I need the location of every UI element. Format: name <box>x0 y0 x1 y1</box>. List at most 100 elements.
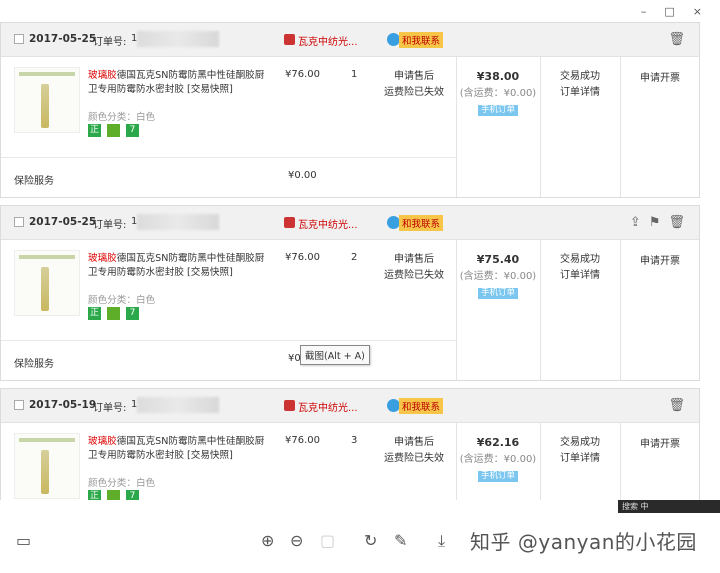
order-detail-link[interactable]: 订单详情 <box>541 85 619 101</box>
order-checkbox[interactable] <box>14 400 24 410</box>
order-date: 2017-05-19 <box>29 399 97 411</box>
shop-icon <box>284 400 295 411</box>
actual-size-icon[interactable]: ▢ <box>320 531 335 550</box>
mobile-order-badge: 手机订单 <box>477 288 518 299</box>
redacted-order-number <box>137 397 219 413</box>
order-status: 交易成功 <box>560 437 600 448</box>
trash-icon[interactable]: 🗑 <box>668 32 685 47</box>
order-checkbox[interactable] <box>14 217 24 227</box>
service-badges: 正 7 <box>88 307 139 320</box>
order-total: ¥38.00 <box>476 70 520 83</box>
shop-icon <box>284 217 295 228</box>
product-title-link[interactable]: 玻璃胶德国瓦克SN防霉防黑中性硅酮胶厨卫专用防霉防水密封胶 [交易快照] <box>88 435 273 463</box>
zoom-out-icon[interactable]: ⊖ <box>290 531 303 550</box>
order-detail-link[interactable]: 订单详情 <box>541 268 619 284</box>
order-date: 2017-05-25 <box>29 216 97 228</box>
order-status: 交易成功 <box>560 254 600 265</box>
order-total: ¥75.40 <box>476 253 520 266</box>
genuine-badge-icon: 正 <box>88 307 101 320</box>
quantity: 1 <box>351 69 358 80</box>
shipping-insurance-status: 运费险已失效 <box>384 270 444 281</box>
order-card: 2017-05-19 订单号: 1 瓦克中纺光... 和我联系 🗑 玻璃胶德国瓦… <box>0 388 700 500</box>
contact-seller-button[interactable]: 和我联系 <box>387 214 444 231</box>
genuine-badge-icon: 正 <box>88 124 101 137</box>
trash-icon[interactable]: 🗑 <box>668 398 685 413</box>
product-spec: 颜色分类：白色 <box>88 295 156 306</box>
order-header: 2017-05-19 订单号: 1 瓦克中纺光... 和我联系 🗑 <box>1 389 699 423</box>
product-thumbnail[interactable] <box>14 67 80 133</box>
order-item: 玻璃胶德国瓦克SN防霉防黑中性硅酮胶厨卫专用防霉防水密封胶 [交易快照] 颜色分… <box>1 423 699 500</box>
genuine-badge-icon: 正 <box>88 490 101 500</box>
rotate-icon[interactable]: ↻ <box>364 531 377 550</box>
shop-icon <box>284 34 295 45</box>
contact-seller-button[interactable]: 和我联系 <box>387 397 444 414</box>
order-header: 2017-05-25 订单号: 1 瓦克中纺光... 和我联系 🗑 <box>1 23 699 57</box>
order-card: 2017-05-25 订单号: 1 瓦克中纺光... 和我联系 🗑 玻璃胶德国瓦… <box>0 22 700 198</box>
request-invoice-link[interactable]: 申请开票 <box>621 252 699 267</box>
product-spec: 颜色分类：白色 <box>88 112 156 123</box>
edit-icon[interactable]: ✎ <box>394 531 407 550</box>
shipping-insurance-status: 运费险已失效 <box>384 453 444 464</box>
order-date: 2017-05-25 <box>29 33 97 45</box>
product-thumbnail[interactable] <box>14 250 80 316</box>
order-detail-link[interactable]: 订单详情 <box>541 451 619 467</box>
service-badges: 正 7 <box>88 124 139 137</box>
shop-name-link[interactable]: 瓦克中纺光... <box>298 216 358 231</box>
shipping-fee: (含运费：¥0.00) <box>459 454 537 465</box>
contact-seller-button[interactable]: 和我联系 <box>387 31 444 48</box>
insurance-label: 保险服务 <box>14 176 54 187</box>
unit-price: ¥76.00 <box>285 69 320 80</box>
request-invoice-link[interactable]: 申请开票 <box>621 69 699 84</box>
flag-icon[interactable]: ⚑ <box>649 215 661 230</box>
request-invoice-link[interactable]: 申请开票 <box>621 435 699 450</box>
insurance-row: 保险服务 ¥0. <box>1 340 456 380</box>
unit-price: ¥76.00 <box>285 252 320 263</box>
order-status: 交易成功 <box>560 71 600 82</box>
quantity: 3 <box>351 435 358 446</box>
trash-icon[interactable]: 🗑 <box>668 215 685 230</box>
order-total: ¥62.16 <box>476 436 520 449</box>
order-list: 2017-05-25 订单号: 1 瓦克中纺光... 和我联系 🗑 玻璃胶德国瓦… <box>0 22 720 500</box>
unit-price: ¥76.00 <box>285 435 320 446</box>
seven-day-return-icon: 7 <box>126 307 139 320</box>
window-controls: – □ × <box>641 0 720 22</box>
mobile-order-badge: 手机订单 <box>477 105 518 116</box>
guarantee-badge-icon <box>107 307 120 320</box>
viewer-toolbar: ▭ ⊕ ⊖ ▢ ↻ ✎ ⤓ 知乎 @yanyan的小花园 <box>0 513 720 573</box>
order-header: 2017-05-25 订单号: 1 瓦克中纺光... 和我联系 ⇪ ⚑ 🗑 <box>1 206 699 240</box>
download-icon[interactable]: ⤓ <box>438 531 445 551</box>
insurance-price: ¥0.00 <box>288 170 317 181</box>
product-title-link[interactable]: 玻璃胶德国瓦克SN防霉防黑中性硅酮胶厨卫专用防霉防水密封胶 [交易快照] <box>88 69 273 97</box>
product-title-link[interactable]: 玻璃胶德国瓦克SN防霉防黑中性硅酮胶厨卫专用防霉防水密封胶 [交易快照] <box>88 252 273 280</box>
order-checkbox[interactable] <box>14 34 24 44</box>
product-spec: 颜色分类：白色 <box>88 478 156 489</box>
shipping-fee: (含运费：¥0.00) <box>459 271 537 282</box>
order-item: 玻璃胶德国瓦克SN防霉防黑中性硅酮胶厨卫专用防霉防水密封胶 [交易快照] 颜色分… <box>1 57 699 197</box>
guarantee-badge-icon <box>107 124 120 137</box>
after-sales-link[interactable]: 申请售后 <box>379 435 449 451</box>
share-icon[interactable]: ⇪ <box>630 215 641 230</box>
redacted-order-number <box>137 31 219 47</box>
minimize-button[interactable]: – <box>641 5 647 18</box>
seven-day-return-icon: 7 <box>126 490 139 500</box>
watermark: 知乎 @yanyan的小花园 <box>470 530 697 554</box>
screenshot-tooltip: 截图(Alt + A) <box>300 345 370 365</box>
close-button[interactable]: × <box>693 5 702 18</box>
after-sales-link[interactable]: 申请售后 <box>379 252 449 268</box>
shop-name-link[interactable]: 瓦克中纺光... <box>298 33 358 48</box>
maximize-button[interactable]: □ <box>664 5 674 18</box>
shop-name-link[interactable]: 瓦克中纺光... <box>298 399 358 414</box>
order-item: 玻璃胶德国瓦克SN防霉防黑中性硅酮胶厨卫专用防霉防水密封胶 [交易快照] 颜色分… <box>1 240 699 380</box>
order-number-label: 订单号: <box>93 220 127 231</box>
product-thumbnail[interactable] <box>14 433 80 499</box>
redacted-order-number <box>137 214 219 230</box>
mobile-order-badge: 手机订单 <box>477 471 518 482</box>
after-sales-link[interactable]: 申请售后 <box>379 69 449 85</box>
shipping-fee: (含运费：¥0.00) <box>459 88 537 99</box>
insurance-label: 保险服务 <box>14 359 54 370</box>
guarantee-badge-icon <box>107 490 120 500</box>
taskbar-fragment: 搜索 中 <box>618 500 720 513</box>
zoom-in-icon[interactable]: ⊕ <box>261 531 274 550</box>
thumbnail-view-icon[interactable]: ▭ <box>16 531 31 550</box>
shipping-insurance-status: 运费险已失效 <box>384 87 444 98</box>
